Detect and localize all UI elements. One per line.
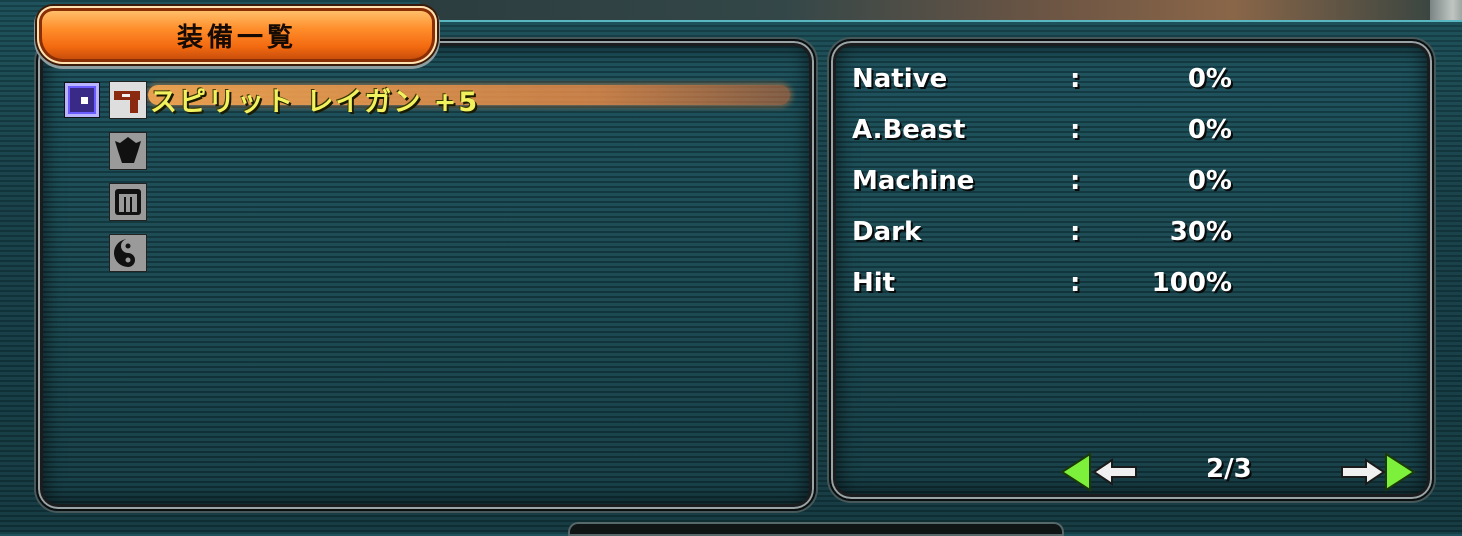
stat-separator: :: [1070, 268, 1081, 298]
prev-arrow-icon: [1060, 452, 1137, 492]
bottom-window-edge: [568, 522, 1064, 536]
stat-separator: :: [1070, 166, 1081, 196]
stat-value: 0%: [1187, 166, 1232, 196]
stat-value: 0%: [1187, 64, 1232, 94]
stat-row-hit: Hit : 100%: [852, 268, 1252, 304]
stat-label: Dark: [852, 217, 922, 247]
stat-value: 100%: [1151, 268, 1232, 298]
stat-separator: :: [1070, 115, 1081, 145]
title-tab: 装備一覧: [37, 6, 437, 64]
stat-label: Machine: [852, 166, 975, 196]
barrier-shield-icon[interactable]: [109, 183, 147, 221]
selected-item-name[interactable]: スピリット レイガン +5: [150, 80, 479, 119]
pager: 2/3: [1060, 448, 1420, 496]
next-arrow-icon: [1341, 452, 1416, 492]
stat-row-native: Native : 0%: [852, 64, 1252, 100]
stat-label: Hit: [852, 268, 896, 298]
background-scene: [420, 0, 1462, 22]
next-page-button[interactable]: [1338, 448, 1418, 496]
weapon-gun-icon[interactable]: [109, 81, 147, 119]
frame-armor-icon[interactable]: [109, 132, 147, 170]
window-title: 装備一覧: [176, 23, 297, 53]
cursor-dot: [81, 97, 88, 104]
stat-row-machine: Machine : 0%: [852, 166, 1252, 202]
selection-cursor: [65, 83, 99, 117]
stat-row-dark: Dark : 30%: [852, 217, 1252, 253]
scene-pillar: [1430, 0, 1462, 20]
stat-separator: :: [1070, 217, 1081, 247]
stat-row-abeast: A.Beast : 0%: [852, 115, 1252, 151]
stat-separator: :: [1070, 64, 1081, 94]
stat-label: A.Beast: [852, 115, 966, 145]
stat-value: 30%: [1169, 217, 1232, 247]
unit-mag-icon[interactable]: [109, 234, 147, 272]
stat-label: Native: [852, 64, 948, 94]
page-indicator: 2/3: [1206, 454, 1252, 484]
stat-value: 0%: [1187, 115, 1232, 145]
prev-page-button[interactable]: [1060, 448, 1140, 496]
